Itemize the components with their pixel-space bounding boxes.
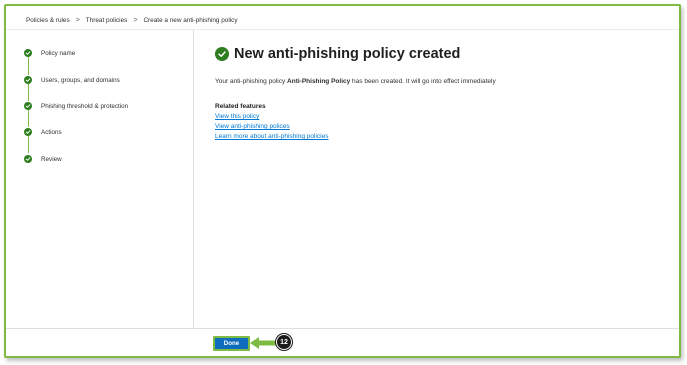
view-anti-phishing-policies-link[interactable]: View anti-phishing polices: [215, 123, 290, 130]
checkmark-circle-icon: [24, 49, 32, 57]
arrow-left-icon: [250, 337, 278, 349]
confirmation-message: Your anti-phishing policy Anti-Phishing …: [215, 78, 496, 85]
confirmation-content: New anti-phishing policy created Your an…: [215, 46, 496, 140]
checkmark-circle-icon: [215, 47, 229, 61]
policy-name: Anti-Phishing Policy: [287, 78, 351, 85]
checkmark-circle-icon: [24, 155, 32, 163]
wizard-step-label: Phishing threshold & protection: [41, 102, 129, 110]
footer-divider: [6, 328, 679, 329]
wizard-step-label: Users, groups, and domains: [41, 76, 120, 84]
message-prefix: Your anti-phishing policy: [215, 78, 288, 85]
wizard-steps-panel: Policy name Users, groups, and domains P…: [6, 30, 194, 328]
wizard-step-users-groups-domains[interactable]: Users, groups, and domains: [24, 75, 120, 85]
breadcrumb-item-threat-policies[interactable]: Threat policies: [86, 17, 128, 24]
done-button[interactable]: Done: [213, 336, 250, 351]
wizard-step-label: Review: [41, 155, 62, 163]
learn-more-link[interactable]: Learn more about anti-phishing policies: [215, 133, 328, 140]
page-title: New anti-phishing policy created: [234, 46, 461, 62]
step-connector: [27, 110, 29, 127]
breadcrumb-item-policies-rules[interactable]: Policies & rules: [26, 17, 70, 24]
wizard-step-label: Policy name: [41, 49, 76, 57]
breadcrumb: Policies & rules > Threat policies > Cre…: [26, 13, 238, 27]
chevron-right-icon: >: [75, 16, 80, 24]
checkmark-circle-icon: [24, 102, 32, 110]
chevron-right-icon: >: [133, 16, 138, 24]
view-this-policy-link[interactable]: View this policy: [215, 113, 259, 120]
checkmark-circle-icon: [24, 76, 32, 84]
wizard-window: Policies & rules > Threat policies > Cre…: [4, 4, 681, 358]
wizard-step-review[interactable]: Review: [24, 154, 62, 164]
checkmark-circle-icon: [24, 128, 32, 136]
message-suffix: has been created. It will go into effect…: [350, 78, 496, 85]
wizard-step-phishing-threshold[interactable]: Phishing threshold & protection: [24, 101, 128, 111]
related-features-heading: Related features: [215, 103, 266, 110]
step-number-badge: 12: [276, 334, 292, 350]
step-connector: [27, 57, 29, 75]
step-connector: [27, 84, 29, 101]
breadcrumb-item-current: Create a new anti-phishing policy: [143, 16, 238, 24]
wizard-step-policy-name[interactable]: Policy name: [24, 48, 75, 58]
step-connector: [27, 136, 29, 153]
wizard-step-actions[interactable]: Actions: [24, 127, 62, 137]
title-row: New anti-phishing policy created: [215, 46, 460, 62]
wizard-step-label: Actions: [41, 128, 62, 136]
